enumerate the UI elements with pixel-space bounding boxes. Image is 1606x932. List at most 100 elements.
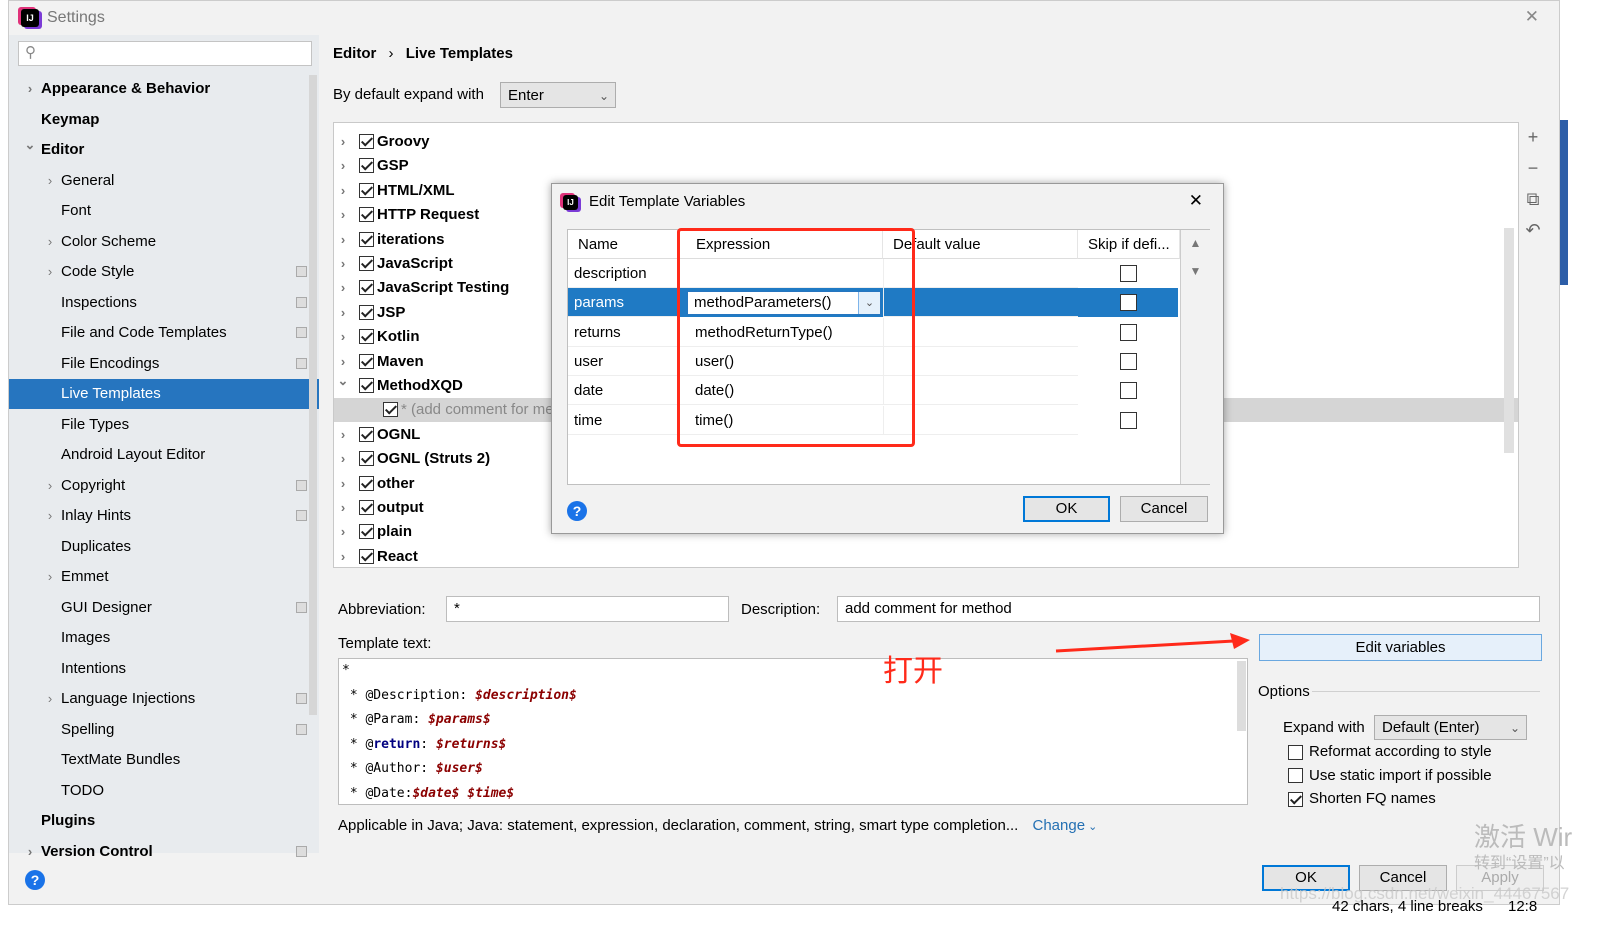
sidebar-item-live-templates[interactable]: Live Templates — [9, 379, 319, 409]
dialog-help-icon[interactable]: ? — [567, 501, 587, 521]
sidebar-item-duplicates[interactable]: Duplicates — [9, 532, 319, 562]
option-checkbox[interactable] — [1288, 791, 1303, 807]
template-checkbox[interactable] — [359, 475, 374, 491]
template-checkbox[interactable] — [359, 304, 374, 320]
chevron-right-icon[interactable]: › — [43, 257, 57, 287]
sidebar-item-inlay-hints[interactable]: › Inlay Hints — [9, 501, 319, 531]
template-checkbox[interactable] — [359, 353, 374, 369]
template-checkbox[interactable] — [359, 426, 374, 442]
column-header-0[interactable]: Name — [568, 230, 678, 259]
chevron-right-icon[interactable]: › — [336, 179, 350, 203]
option-checkbox-row[interactable]: Reformat according to style — [1288, 743, 1492, 760]
template-checkbox[interactable] — [359, 451, 374, 467]
chevron-right-icon[interactable]: › — [336, 301, 350, 325]
sidebar-item-inspections[interactable]: Inspections — [9, 288, 319, 318]
dialog-cancel-button[interactable]: Cancel — [1120, 496, 1208, 522]
option-checkbox-row[interactable]: Shorten FQ names — [1288, 790, 1436, 807]
template-checkbox[interactable] — [359, 158, 374, 174]
template-checkbox[interactable] — [359, 207, 374, 223]
dialog-close-icon[interactable]: ✕ — [1189, 191, 1203, 211]
sidebar-item-appearance-behavior[interactable]: › Appearance & Behavior — [9, 74, 319, 104]
template-tree-row[interactable]: › GSP — [334, 154, 1518, 178]
sidebar-item-android-layout-editor[interactable]: Android Layout Editor — [9, 440, 319, 470]
template-checkbox[interactable] — [359, 329, 374, 345]
settings-search-input[interactable]: ⚲ — [18, 41, 312, 66]
sidebar-item-color-scheme[interactable]: › Color Scheme — [9, 227, 319, 257]
sidebar-item-language-injections[interactable]: › Language Injections — [9, 684, 319, 714]
sidebar-item-images[interactable]: Images — [9, 623, 319, 653]
chevron-right-icon[interactable]: › — [43, 684, 57, 714]
skip-if-defined-checkbox[interactable] — [1120, 323, 1137, 341]
sidebar-scrollbar[interactable] — [309, 75, 317, 715]
chevron-right-icon[interactable]: › — [336, 130, 350, 154]
sidebar-item-code-style[interactable]: › Code Style — [9, 257, 319, 287]
sidebar-item-editor[interactable]: ⌄ Editor — [9, 135, 319, 165]
chevron-right-icon[interactable]: › — [336, 228, 350, 252]
chevron-down-icon[interactable]: ⌄ — [23, 130, 37, 160]
template-checkbox[interactable] — [359, 134, 374, 149]
sidebar-item-emmet[interactable]: › Emmet — [9, 562, 319, 592]
chevron-right-icon[interactable]: › — [336, 203, 350, 227]
sidebar-item-intentions[interactable]: Intentions — [9, 654, 319, 684]
sidebar-item-todo[interactable]: TODO — [9, 776, 319, 806]
sidebar-item-file-encodings[interactable]: File Encodings — [9, 349, 319, 379]
chevron-right-icon[interactable]: › — [336, 447, 350, 471]
sidebar-item-file-types[interactable]: File Types — [9, 410, 319, 440]
chevron-right-icon[interactable]: › — [336, 520, 350, 544]
template-tree-row[interactable]: › React — [334, 545, 1518, 567]
template-checkbox[interactable] — [359, 231, 374, 247]
template-tree-row[interactable]: › Groovy — [334, 130, 1518, 154]
sidebar-item-spelling[interactable]: Spelling — [9, 715, 319, 745]
edit-variables-button[interactable]: Edit variables — [1259, 634, 1542, 661]
skip-if-defined-checkbox[interactable] — [1120, 352, 1137, 370]
sidebar-item-textmate-bundles[interactable]: TextMate Bundles — [9, 745, 319, 775]
scroll-up-icon[interactable]: ▲ — [1181, 236, 1210, 250]
skip-if-defined-checkbox[interactable] — [1120, 294, 1137, 312]
chevron-right-icon[interactable]: › — [43, 227, 57, 257]
expand-with-dropdown[interactable]: Enter ⌄ — [500, 82, 616, 108]
template-checkbox[interactable] — [359, 548, 374, 564]
template-checkbox[interactable] — [383, 402, 398, 418]
scroll-down-icon[interactable]: ▼ — [1181, 264, 1210, 278]
breadcrumb-parent[interactable]: Editor — [333, 45, 376, 62]
chevron-right-icon[interactable]: › — [336, 423, 350, 447]
template-checkbox[interactable] — [359, 524, 374, 540]
remove-icon[interactable]: − — [1521, 153, 1545, 184]
sidebar-item-general[interactable]: › General — [9, 166, 319, 196]
table-scrollbar[interactable]: ▲ ▼ — [1180, 230, 1210, 484]
option-checkbox-row[interactable]: Use static import if possible — [1288, 767, 1492, 784]
sidebar-item-font[interactable]: Font — [9, 196, 319, 226]
skip-if-defined-checkbox[interactable] — [1120, 382, 1137, 400]
options-expand-dropdown[interactable]: Default (Enter) ⌄ — [1374, 715, 1527, 740]
abbreviation-input[interactable]: * — [446, 596, 729, 622]
template-checkbox[interactable] — [359, 280, 374, 296]
sidebar-item-file-and-code-templates[interactable]: File and Code Templates — [9, 318, 319, 348]
sidebar-item-copyright[interactable]: › Copyright — [9, 471, 319, 501]
chevron-right-icon[interactable]: › — [43, 501, 57, 531]
template-checkbox[interactable] — [359, 378, 374, 393]
option-checkbox[interactable] — [1288, 768, 1303, 784]
copy-icon[interactable]: ⧉ — [1521, 184, 1545, 215]
chevron-right-icon[interactable]: › — [336, 252, 350, 276]
skip-if-defined-checkbox[interactable] — [1120, 265, 1137, 282]
chevron-right-icon[interactable]: › — [23, 74, 37, 104]
change-context-link[interactable]: Change — [1033, 817, 1086, 834]
chevron-right-icon[interactable]: › — [336, 545, 350, 567]
chevron-right-icon[interactable]: › — [43, 562, 57, 592]
sidebar-item-gui-designer[interactable]: GUI Designer — [9, 593, 319, 623]
template-checkbox[interactable] — [359, 256, 374, 271]
template-checkbox[interactable] — [359, 182, 374, 198]
chevron-right-icon[interactable]: › — [43, 166, 57, 196]
editor-scrollbar[interactable] — [1237, 661, 1246, 731]
tree-scrollbar[interactable] — [1504, 228, 1514, 453]
chevron-right-icon[interactable]: › — [336, 154, 350, 178]
revert-icon[interactable]: ↶ — [1521, 215, 1545, 246]
sidebar-item-version-control[interactable]: › Version Control — [9, 837, 319, 867]
description-input[interactable]: add comment for method — [837, 596, 1540, 622]
sidebar-item-plugins[interactable]: Plugins — [9, 806, 319, 836]
chevron-down-icon[interactable]: ⌄ — [336, 369, 350, 393]
template-checkbox[interactable] — [359, 500, 374, 515]
option-checkbox[interactable] — [1288, 744, 1303, 760]
skip-if-defined-checkbox[interactable] — [1120, 411, 1137, 429]
chevron-right-icon[interactable]: › — [336, 472, 350, 496]
